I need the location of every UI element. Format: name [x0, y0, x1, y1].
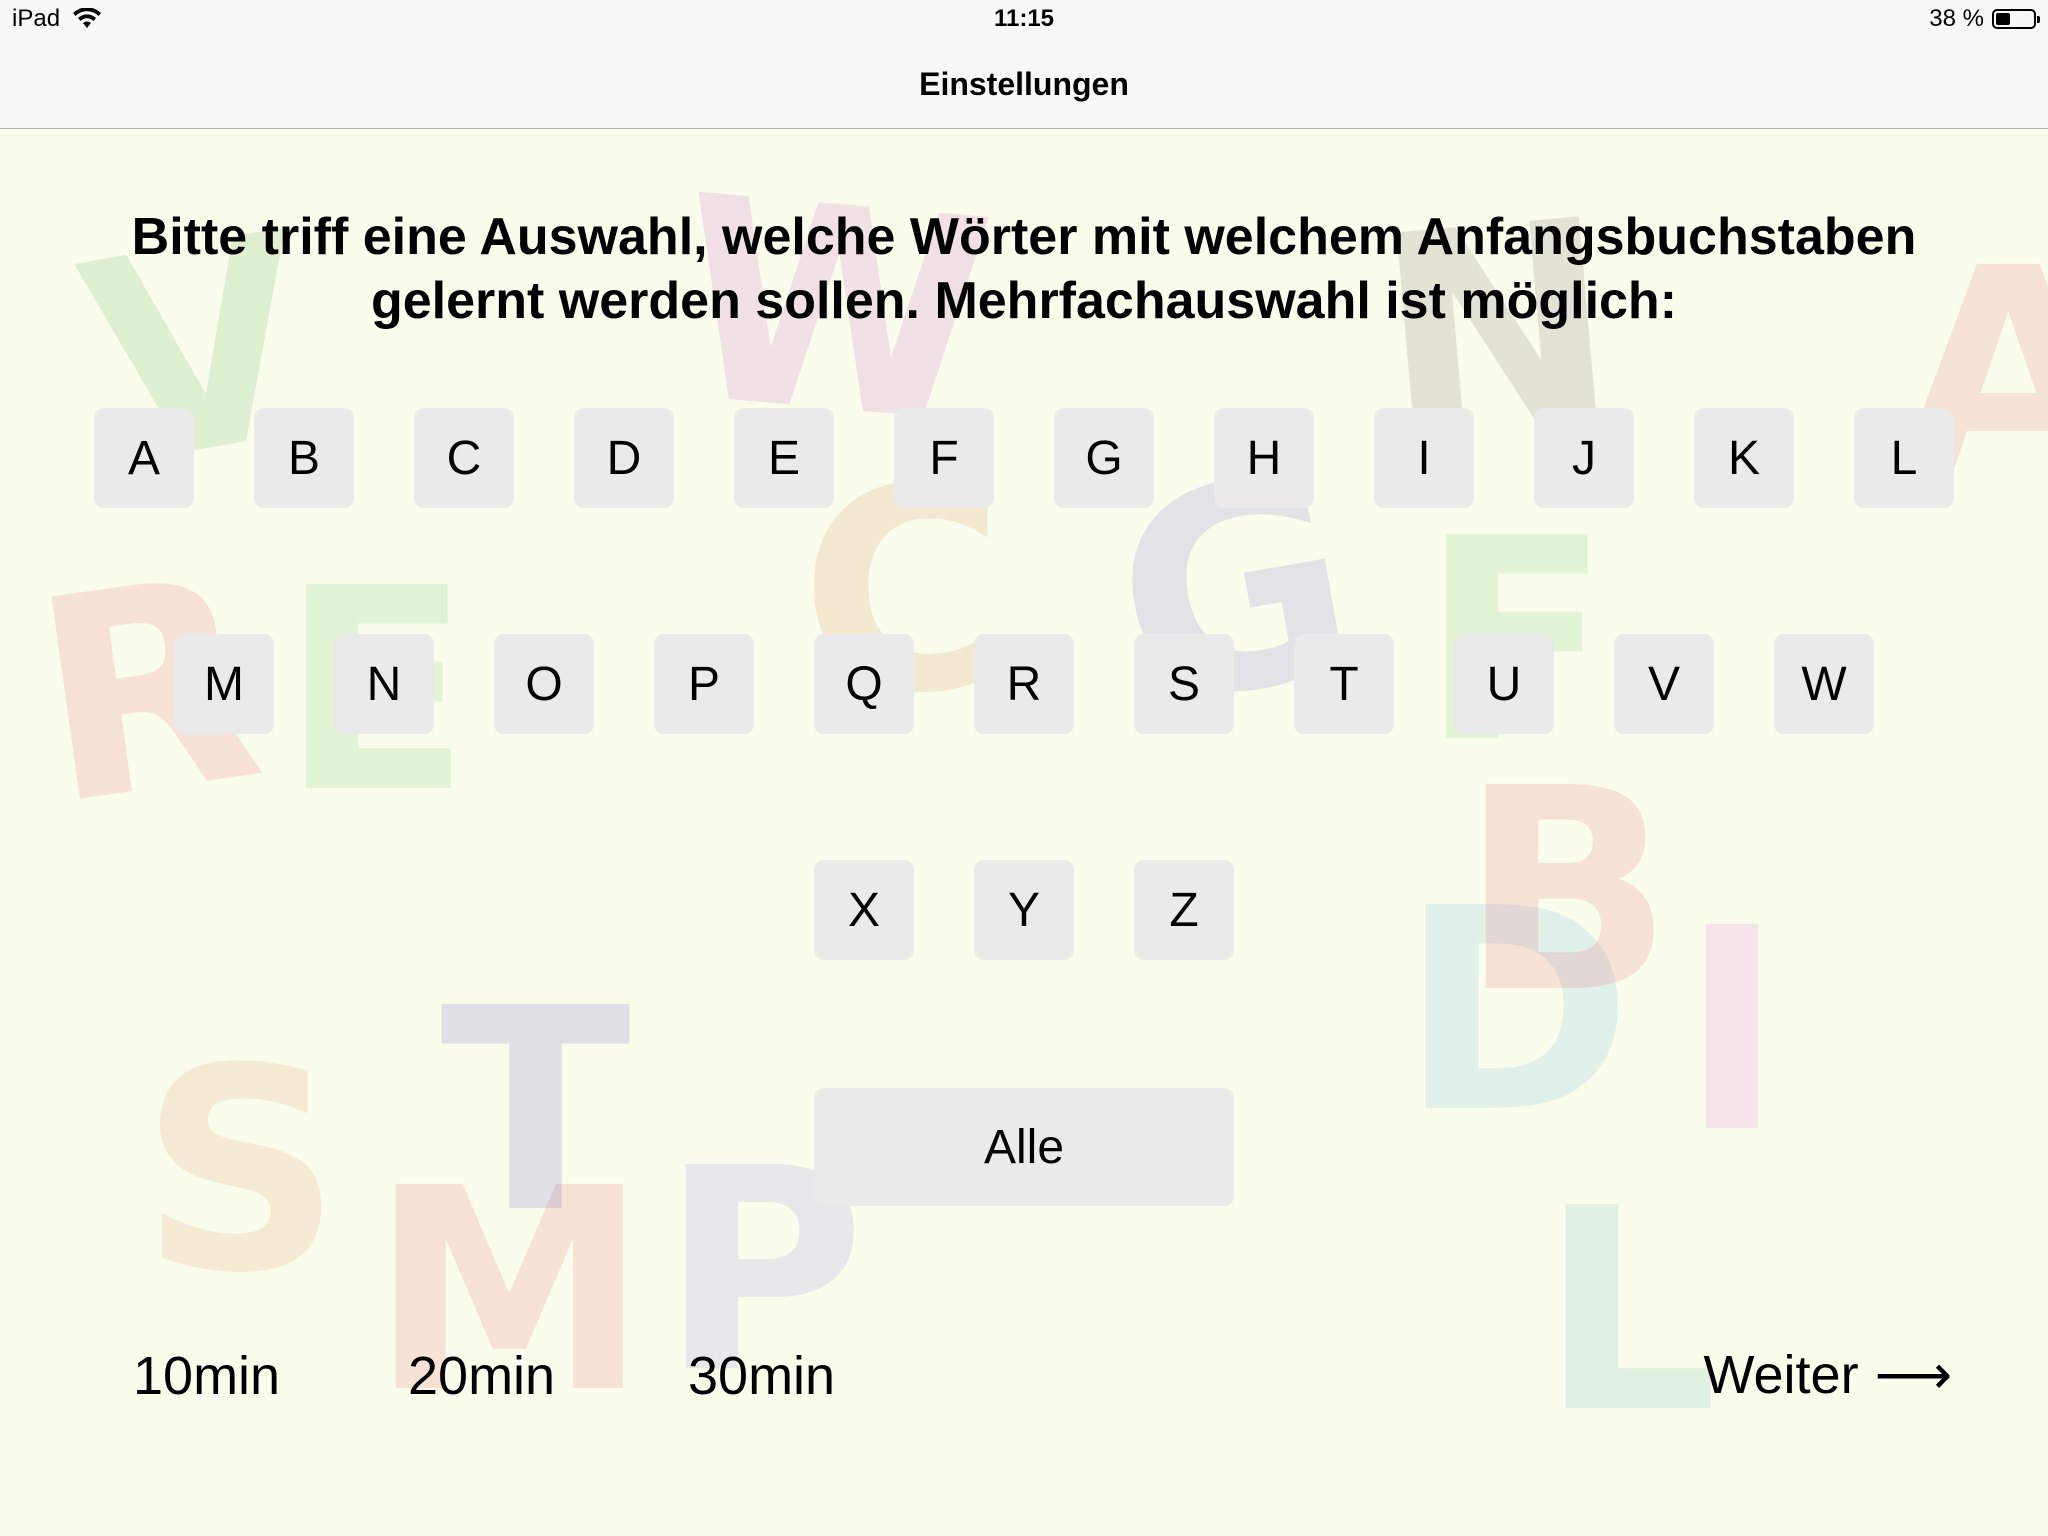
- letter-button-j[interactable]: J: [1534, 408, 1634, 508]
- letter-button-f[interactable]: F: [894, 408, 994, 508]
- letter-button-t[interactable]: T: [1294, 634, 1394, 734]
- background-letter-drawing: VWNASRECGFDBMPLIT: [0, 129, 2048, 1536]
- navigation-bar: Einstellungen: [0, 40, 2048, 129]
- arrow-right-icon: ⟶: [1874, 1345, 1952, 1405]
- status-time: 11:15: [993, 5, 1055, 32]
- letter-button-p[interactable]: P: [654, 634, 754, 734]
- letter-button-z[interactable]: Z: [1134, 860, 1234, 960]
- next-button[interactable]: Weiter ⟶: [1704, 1343, 1952, 1406]
- letter-button-h[interactable]: H: [1214, 408, 1314, 508]
- status-right: 38 %: [1929, 5, 2040, 33]
- letter-button-m[interactable]: M: [174, 634, 274, 734]
- letter-button-n[interactable]: N: [334, 634, 434, 734]
- page-title: Einstellungen: [919, 66, 1129, 102]
- background-letter: S: [140, 1009, 342, 1335]
- letter-button-u[interactable]: U: [1454, 634, 1554, 734]
- letter-button-g[interactable]: G: [1054, 408, 1154, 508]
- instruction-text: Bitte triff eine Auswahl, welche Wörter …: [131, 208, 1917, 330]
- time-option-10min[interactable]: 10min: [133, 1345, 280, 1407]
- letter-button-s[interactable]: S: [1134, 634, 1234, 734]
- letter-button-w[interactable]: W: [1774, 634, 1874, 734]
- background-letter: L: [1540, 1149, 1719, 1475]
- letter-button-o[interactable]: O: [494, 634, 594, 734]
- battery-percent: 38 %: [1929, 5, 1984, 32]
- select-all-button[interactable]: Alle: [814, 1088, 1234, 1206]
- time-option-20min[interactable]: 20min: [408, 1345, 555, 1407]
- battery-fill: [1996, 13, 2010, 25]
- letter-button-x[interactable]: X: [814, 860, 914, 960]
- background-letter: T: [440, 949, 631, 1275]
- status-bar: iPad 11:15 38 %: [0, 0, 2048, 40]
- letter-button-a[interactable]: A: [94, 408, 194, 508]
- letter-button-v[interactable]: V: [1614, 634, 1714, 734]
- letter-button-c[interactable]: C: [414, 408, 514, 508]
- letter-button-y[interactable]: Y: [974, 860, 1074, 960]
- letter-button-l[interactable]: L: [1854, 408, 1954, 508]
- letter-button-b[interactable]: B: [254, 408, 354, 508]
- background-letter: B: [1460, 729, 1674, 1055]
- time-option-30min[interactable]: 30min: [688, 1345, 835, 1407]
- next-label: Weiter: [1703, 1344, 1859, 1405]
- letter-button-i[interactable]: I: [1374, 408, 1474, 508]
- letter-button-e[interactable]: E: [734, 408, 834, 508]
- letter-button-r[interactable]: R: [974, 634, 1074, 734]
- battery-icon: [1992, 9, 2040, 29]
- letter-button-k[interactable]: K: [1694, 408, 1794, 508]
- background-letter: I: [1680, 869, 1785, 1195]
- letter-button-q[interactable]: Q: [814, 634, 914, 734]
- letter-button-d[interactable]: D: [574, 408, 674, 508]
